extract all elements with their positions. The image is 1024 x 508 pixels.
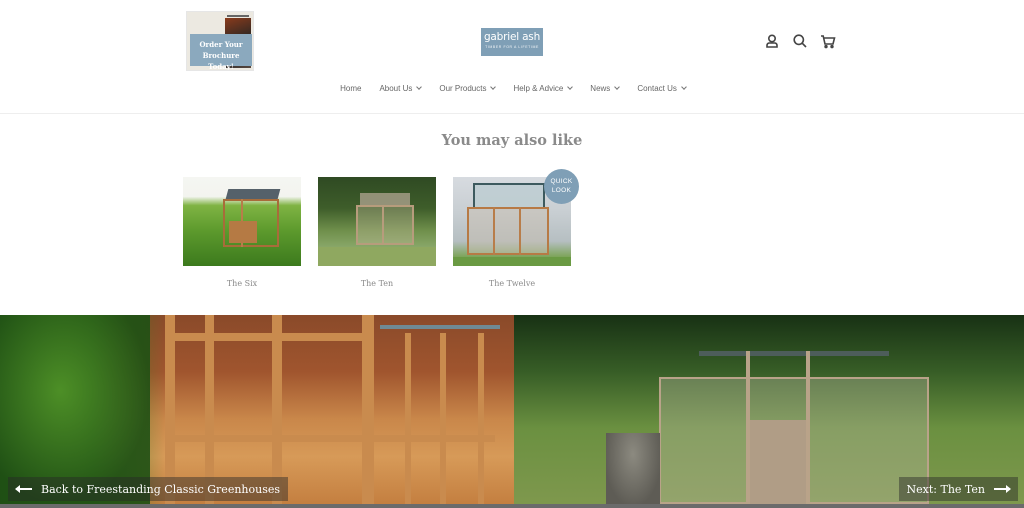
product-name[interactable]: The Six	[183, 279, 301, 288]
next-product-link[interactable]: Next: The Ten	[898, 477, 1018, 501]
greenhouse-roof	[360, 193, 410, 205]
timber-post	[362, 315, 374, 504]
brochure-cta-line2: Brochure Today!	[202, 51, 240, 71]
nav-item-home[interactable]: Home	[340, 84, 361, 93]
greenhouse-roof	[473, 183, 545, 207]
greenhouse-post	[519, 207, 521, 255]
greenhouse-door	[750, 420, 806, 504]
chevron-down-icon	[614, 84, 621, 90]
timber-post	[165, 315, 175, 504]
next-link-label: Next: The Ten	[906, 482, 985, 496]
nav-item-about-us[interactable]: About Us	[379, 84, 423, 93]
hero-banner: Back to Freestanding Classic Greenhouses…	[0, 315, 1024, 508]
greenhouse-ridge	[699, 351, 889, 356]
main-nav: Home About Us Our Products Help & Advice…	[0, 84, 1024, 93]
greenhouse-door-post	[806, 351, 810, 504]
greenhouse-post	[493, 207, 495, 255]
logo-name: gabriel ash	[483, 31, 541, 43]
product-name[interactable]: The Twelve	[453, 279, 571, 288]
nav-label: News	[590, 84, 611, 93]
brochure-cta-line1: Order Your	[199, 40, 243, 49]
search-icon	[793, 34, 807, 48]
foliage	[0, 315, 150, 504]
nav-label: About Us	[379, 84, 413, 93]
back-link-label: Back to Freestanding Classic Greenhouses	[41, 482, 281, 496]
roof-edge	[380, 325, 500, 329]
product-name[interactable]: The Ten	[318, 279, 436, 288]
nav-item-news[interactable]: News	[590, 84, 621, 93]
timber-post	[205, 315, 214, 504]
timber-post	[478, 333, 484, 504]
lawn	[318, 247, 436, 266]
nav-item-contact-us[interactable]: Contact Us	[637, 84, 687, 93]
nav-label: Our Products	[439, 84, 487, 93]
greenhouse-panel	[229, 221, 257, 243]
search-button[interactable]	[792, 33, 808, 49]
timber-post	[405, 333, 411, 504]
greenhouse-frame	[467, 207, 549, 255]
hero-bottom-bar	[0, 504, 1024, 508]
brochure-banner[interactable]: Order Your Brochure Today!	[186, 11, 254, 71]
nav-label: Home	[340, 84, 362, 93]
back-to-collection-link[interactable]: Back to Freestanding Classic Greenhouses	[8, 477, 289, 501]
greenhouse-roof	[225, 189, 281, 199]
brochure-masthead	[227, 15, 249, 17]
arrow-left-icon	[15, 485, 32, 493]
section-title: You may also like	[441, 132, 583, 149]
arrow-right-icon	[994, 485, 1011, 493]
chevron-down-icon	[681, 84, 687, 90]
nav-item-help-advice[interactable]: Help & Advice	[513, 84, 574, 93]
product-card[interactable]: The Six	[183, 177, 301, 288]
cart-button[interactable]	[820, 33, 836, 49]
nav-label: Contact Us	[637, 84, 677, 93]
hero-image-previous	[0, 315, 514, 504]
site-logo[interactable]: gabriel ash TIMBER FOR A LIFETIME	[481, 28, 543, 56]
site-header: Order Your Brochure Today! gabriel ash T…	[0, 0, 1024, 114]
timber-rail	[165, 333, 365, 341]
product-grid: The Six The Ten The Twelve QUICK LOOK	[183, 169, 579, 288]
product-image[interactable]	[183, 177, 301, 266]
nav-label: Help & Advice	[513, 84, 564, 93]
product-card[interactable]: The Twelve QUICK LOOK	[453, 169, 579, 288]
cart-icon	[821, 35, 836, 49]
logo-tagline: TIMBER FOR A LIFETIME	[485, 45, 539, 49]
timber-post	[440, 333, 446, 504]
product-image[interactable]	[318, 177, 436, 266]
greenhouse-post	[382, 205, 384, 245]
nav-item-our-products[interactable]: Our Products	[439, 84, 497, 93]
chevron-down-icon	[567, 84, 574, 90]
lawn	[453, 257, 571, 266]
account-icon	[766, 34, 778, 48]
chevron-down-icon	[490, 84, 497, 90]
hero-image-next	[514, 315, 1024, 504]
stone-lantern	[606, 433, 660, 504]
brochure-cta: Order Your Brochure Today!	[190, 34, 252, 70]
product-card[interactable]: The Ten	[318, 177, 436, 288]
account-button[interactable]	[764, 33, 780, 49]
quick-look-button[interactable]: QUICK LOOK	[544, 169, 579, 204]
greenhouse-frame	[356, 205, 414, 245]
header-icons	[764, 33, 836, 49]
chevron-down-icon	[416, 84, 423, 90]
timber-post	[272, 315, 282, 504]
